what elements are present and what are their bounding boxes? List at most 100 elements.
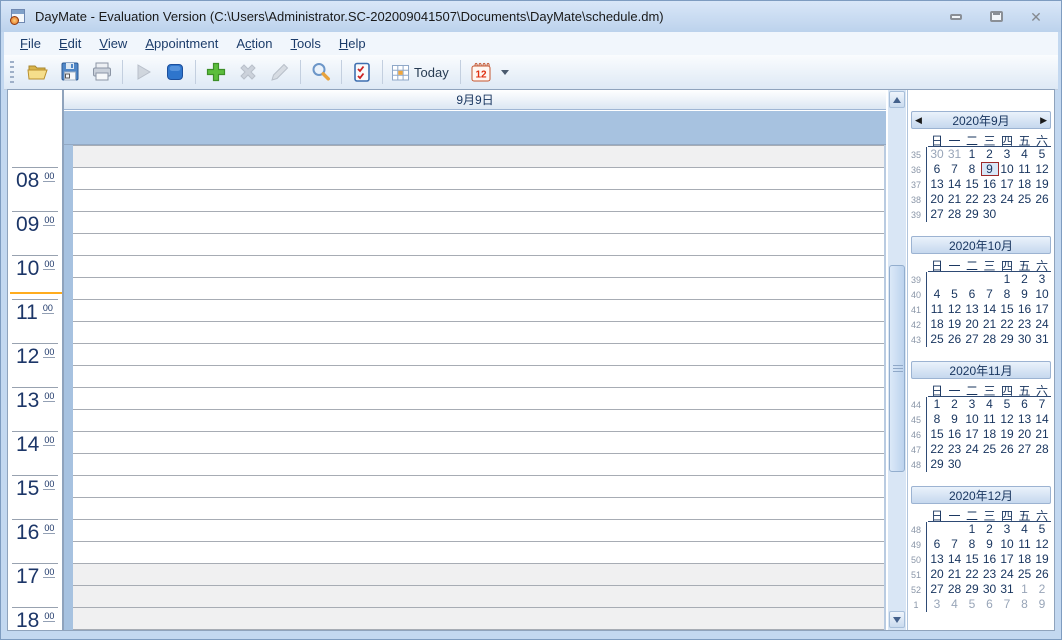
day-cell[interactable]: 31 <box>1033 332 1051 346</box>
time-slot-row[interactable] <box>64 255 884 277</box>
day-cell[interactable]: 14 <box>1033 412 1051 426</box>
day-cell[interactable]: 12 <box>998 412 1016 426</box>
day-cell[interactable]: 8 <box>963 162 981 176</box>
day-cell[interactable]: 1 <box>998 272 1016 286</box>
minimize-button[interactable] <box>945 9 967 25</box>
day-cell[interactable]: 17 <box>963 427 981 441</box>
time-slot-row[interactable] <box>64 629 884 630</box>
day-cell[interactable]: 24 <box>1033 317 1051 331</box>
day-cell[interactable]: 6 <box>963 287 981 301</box>
day-cell[interactable]: 10 <box>998 537 1016 551</box>
menu-action[interactable]: Action <box>227 34 281 53</box>
scrollbar-thumb[interactable] <box>889 265 905 472</box>
time-slot-row[interactable] <box>64 167 884 189</box>
add-appointment-button[interactable] <box>201 58 231 86</box>
day-cell[interactable]: 14 <box>981 302 999 316</box>
day-cell[interactable]: 15 <box>998 302 1016 316</box>
time-slot-row[interactable] <box>64 387 884 409</box>
day-cell[interactable]: 16 <box>946 427 964 441</box>
day-cell[interactable]: 16 <box>981 177 999 191</box>
menu-file[interactable]: File <box>11 34 50 53</box>
day-cell[interactable]: 18 <box>1016 552 1034 566</box>
delete-button[interactable] <box>233 58 263 86</box>
day-cell[interactable]: 12 <box>1033 537 1051 551</box>
edit-button[interactable] <box>265 58 295 86</box>
close-button[interactable]: ✕ <box>1025 9 1047 25</box>
day-cell[interactable]: 15 <box>963 177 981 191</box>
day-grid-scrollbar[interactable] <box>888 90 906 630</box>
scroll-up-button[interactable] <box>889 91 905 108</box>
day-cell[interactable]: 26 <box>946 332 964 346</box>
day-cell[interactable]: 6 <box>1016 397 1034 411</box>
day-cell[interactable]: 11 <box>1016 162 1034 176</box>
time-slot-row[interactable] <box>64 343 884 365</box>
time-slot-row[interactable] <box>64 563 884 585</box>
time-slot-row[interactable] <box>64 541 884 563</box>
day-cell[interactable]: 5 <box>946 287 964 301</box>
day-cell[interactable]: 14 <box>946 177 964 191</box>
day-cell[interactable]: 20 <box>1016 427 1034 441</box>
day-cell[interactable]: 28 <box>946 207 964 221</box>
day-cell[interactable]: 1 <box>1016 582 1034 596</box>
day-cell[interactable]: 22 <box>963 192 981 206</box>
day-cell[interactable]: 22 <box>963 567 981 581</box>
day-cell[interactable]: 24 <box>998 567 1016 581</box>
day-cell[interactable]: 22 <box>998 317 1016 331</box>
day-cell[interactable]: 10 <box>963 412 981 426</box>
time-slot-row[interactable] <box>64 321 884 343</box>
day-cell[interactable]: 2 <box>1016 272 1034 286</box>
time-slot-row[interactable] <box>64 211 884 233</box>
time-slot-row[interactable] <box>64 233 884 255</box>
menu-edit[interactable]: Edit <box>50 34 90 53</box>
day-cell[interactable]: 25 <box>1016 192 1034 206</box>
day-cell[interactable]: 11 <box>1016 537 1034 551</box>
day-cell[interactable]: 4 <box>1016 522 1034 536</box>
day-cell[interactable]: 4 <box>1016 147 1034 161</box>
day-cell[interactable]: 10 <box>998 162 1016 176</box>
day-cell[interactable]: 9 <box>946 412 964 426</box>
day-cell[interactable]: 2 <box>946 397 964 411</box>
day-cell[interactable]: 29 <box>963 207 981 221</box>
day-cell[interactable]: 5 <box>1033 522 1051 536</box>
day-cell[interactable]: 7 <box>981 287 999 301</box>
time-slot-row[interactable] <box>64 145 884 167</box>
day-cell[interactable]: 25 <box>981 442 999 456</box>
day-cell[interactable]: 8 <box>998 287 1016 301</box>
day-cell[interactable]: 23 <box>1016 317 1034 331</box>
day-cell[interactable]: 21 <box>946 567 964 581</box>
find-button[interactable] <box>306 58 336 86</box>
day-cell[interactable]: 6 <box>928 537 946 551</box>
day-cell[interactable]: 17 <box>998 177 1016 191</box>
day-cell[interactable]: 7 <box>946 537 964 551</box>
day-cell[interactable]: 15 <box>928 427 946 441</box>
day-cell[interactable]: 9 <box>981 537 999 551</box>
day-cell[interactable]: 20 <box>928 192 946 206</box>
day-cell[interactable]: 20 <box>928 567 946 581</box>
day-cell[interactable]: 26 <box>1033 192 1051 206</box>
day-cell[interactable]: 15 <box>963 552 981 566</box>
day-cell[interactable]: 11 <box>928 302 946 316</box>
day-cell[interactable]: 13 <box>963 302 981 316</box>
day-cell[interactable]: 8 <box>1016 597 1034 611</box>
day-cell[interactable]: 23 <box>981 192 999 206</box>
day-cell[interactable]: 16 <box>1016 302 1034 316</box>
day-cell[interactable]: 1 <box>963 522 981 536</box>
day-cell[interactable]: 7 <box>1033 397 1051 411</box>
all-day-events-band[interactable] <box>64 111 886 145</box>
title-bar[interactable]: DayMate - Evaluation Version (C:\Users\A… <box>1 1 1061 32</box>
time-slot-row[interactable] <box>64 431 884 453</box>
day-cell[interactable]: 28 <box>981 332 999 346</box>
time-slot-row[interactable] <box>64 189 884 211</box>
day-cell[interactable]: 5 <box>1033 147 1051 161</box>
day-cell[interactable]: 4 <box>946 597 964 611</box>
day-cell[interactable]: 24 <box>998 192 1016 206</box>
menu-tools[interactable]: Tools <box>281 34 329 53</box>
menu-appointment[interactable]: Appointment <box>136 34 227 53</box>
day-cell[interactable]: 27 <box>928 582 946 596</box>
day-cell[interactable]: 23 <box>946 442 964 456</box>
day-cell[interactable]: 31 <box>946 147 964 161</box>
day-cell[interactable]: 26 <box>1033 567 1051 581</box>
day-cell[interactable]: 29 <box>928 457 946 471</box>
day-cell[interactable]: 4 <box>981 397 999 411</box>
time-slot-row[interactable] <box>64 585 884 607</box>
